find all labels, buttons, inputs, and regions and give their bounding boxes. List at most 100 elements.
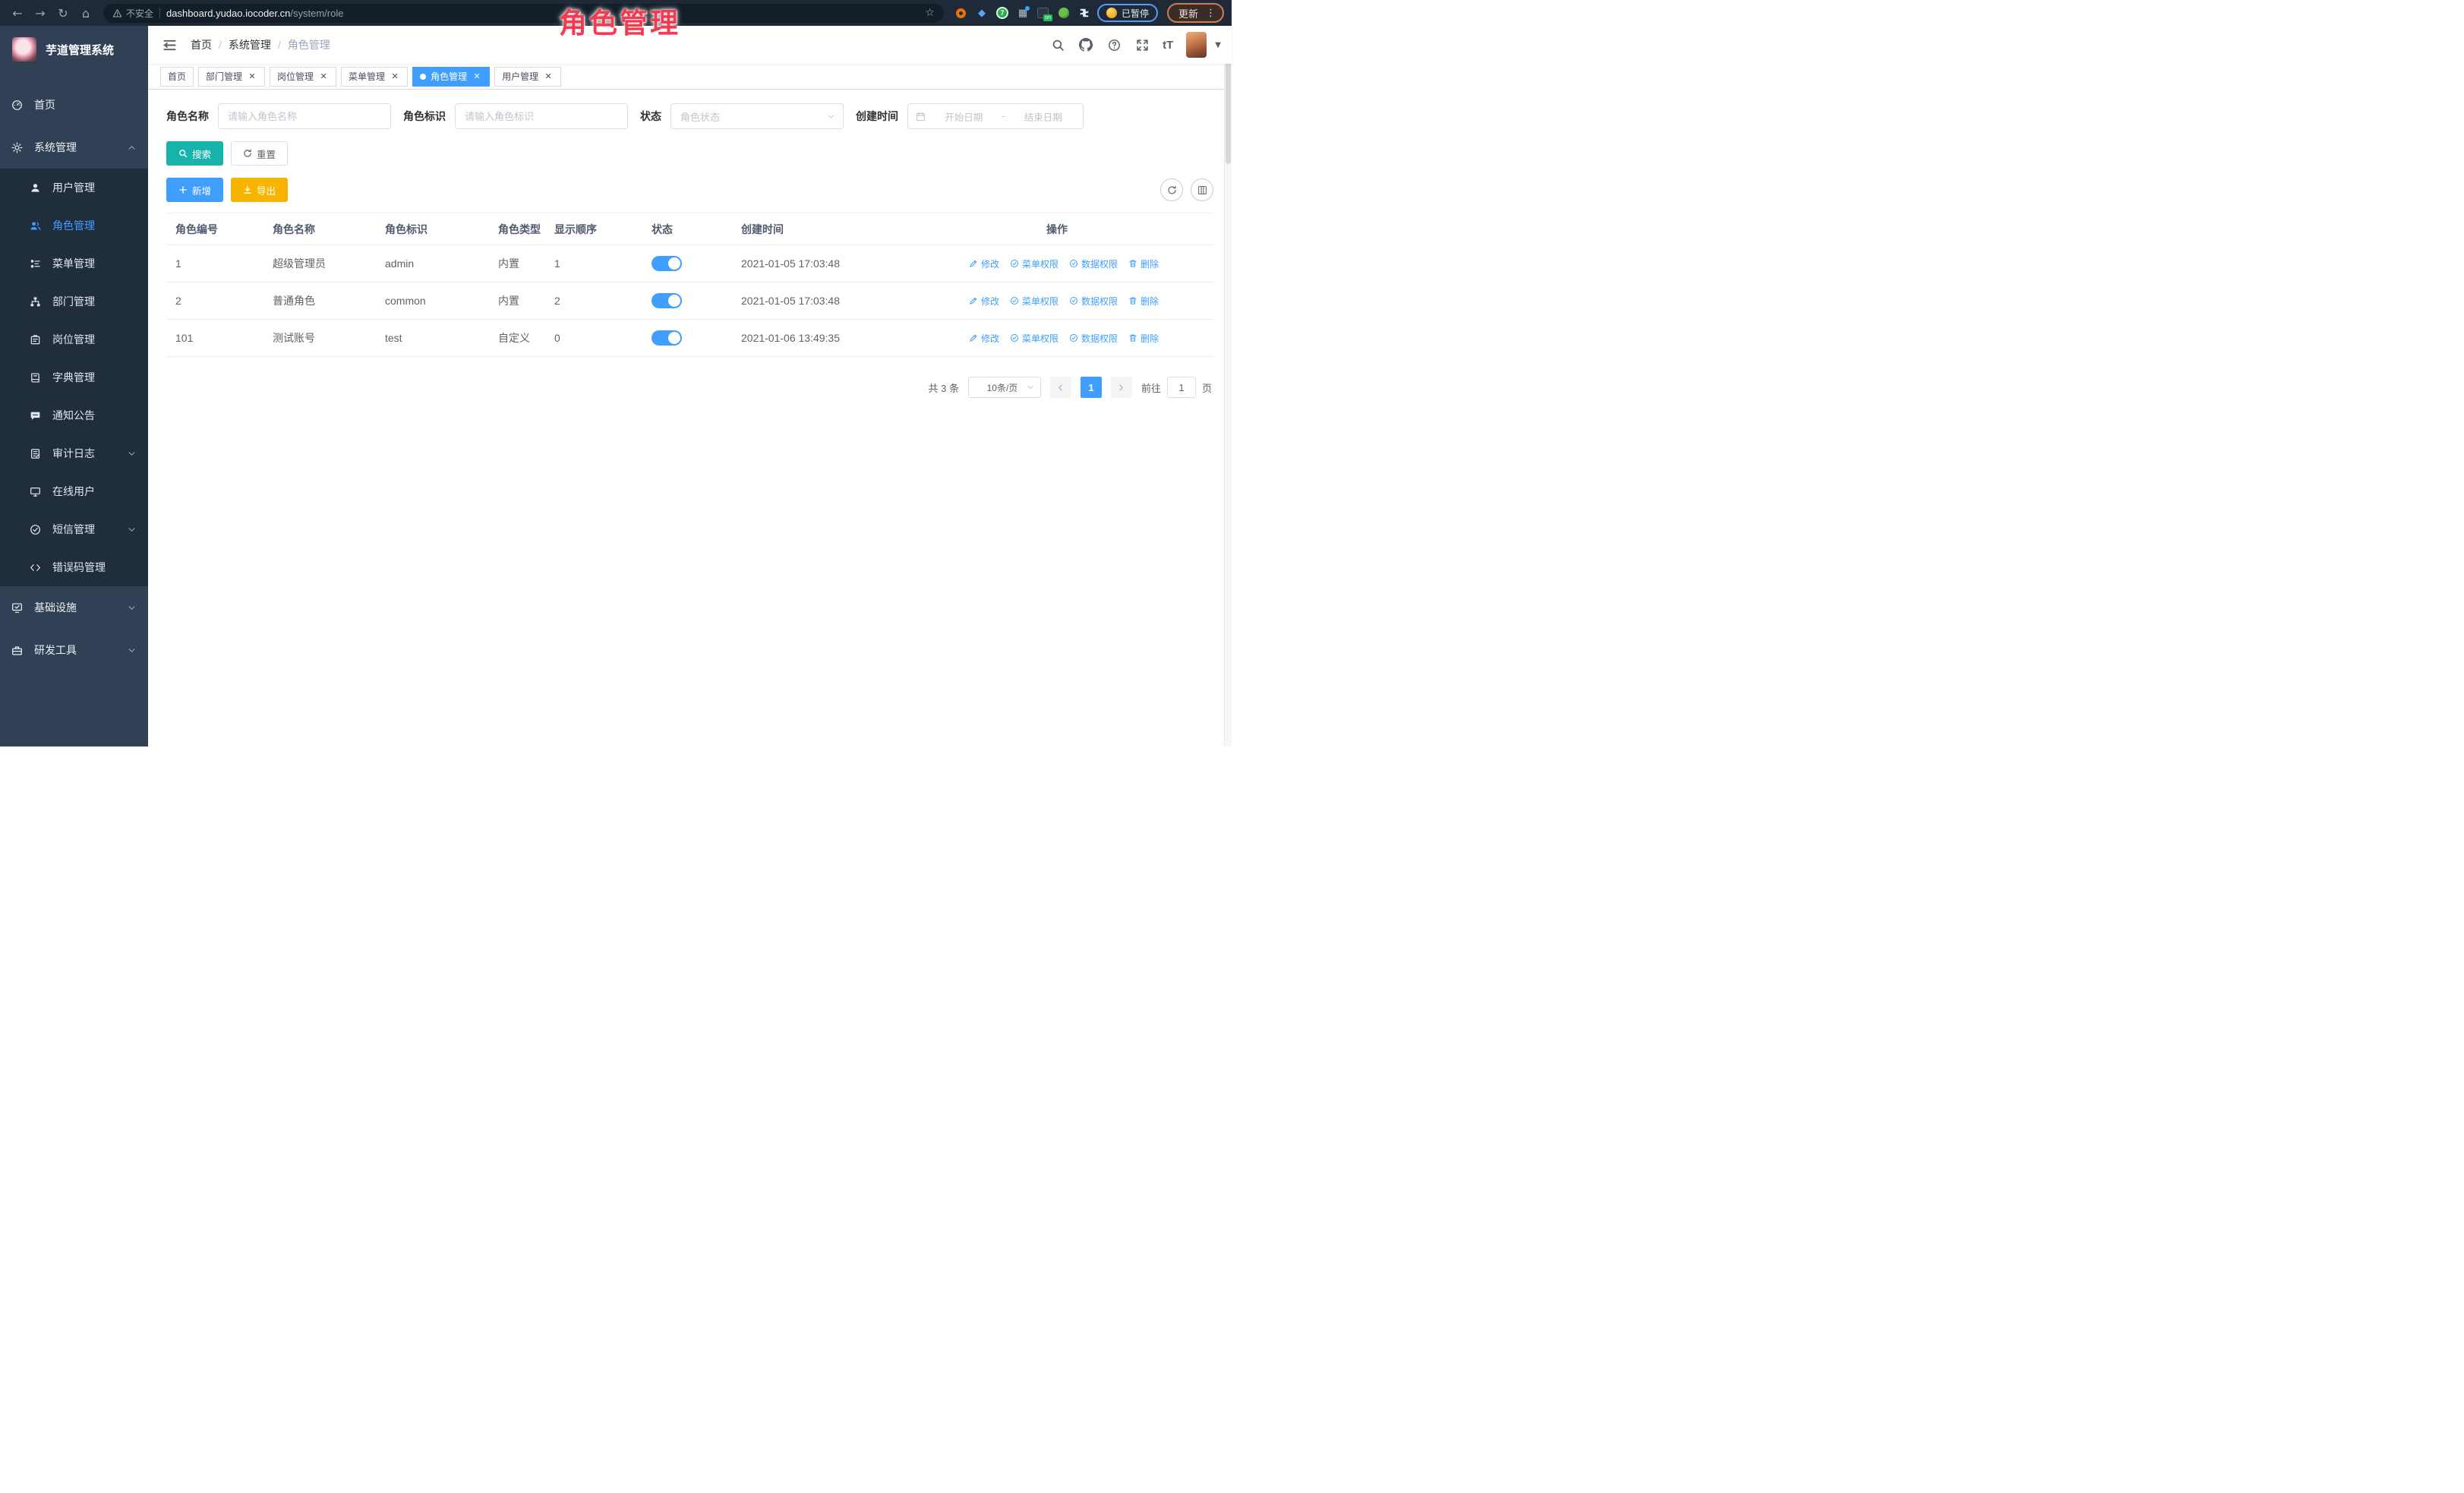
breadcrumb-home[interactable]: 首页 bbox=[191, 37, 212, 52]
cell-role-sort: 0 bbox=[545, 332, 642, 344]
sidebar-item-dictionary[interactable]: 字典管理 bbox=[0, 358, 148, 396]
sidebar-item-infrastructure[interactable]: 基础设施 bbox=[0, 586, 148, 629]
not-secure-warning[interactable]: 不安全 bbox=[112, 7, 153, 20]
reset-button[interactable]: 重置 bbox=[231, 141, 288, 166]
edit-link[interactable]: 修改 bbox=[969, 332, 999, 345]
close-icon[interactable]: ✕ bbox=[390, 71, 400, 82]
page-scrollbar[interactable] bbox=[1224, 26, 1232, 746]
prev-page-button[interactable] bbox=[1050, 377, 1071, 398]
extension-icon-green-7[interactable]: 7 bbox=[995, 6, 1009, 20]
menu-permission-link[interactable]: 菜单权限 bbox=[1010, 295, 1058, 308]
menu-permission-link[interactable]: 菜单权限 bbox=[1010, 257, 1058, 270]
search-icon[interactable] bbox=[1050, 37, 1065, 52]
tab-home[interactable]: 首页 bbox=[160, 67, 194, 87]
avatar[interactable] bbox=[1186, 32, 1207, 58]
tab-departments[interactable]: 部门管理✕ bbox=[198, 67, 265, 87]
profile-paused-pill[interactable]: 已暂停 bbox=[1097, 4, 1158, 22]
search-form: 角色名称 角色标识 状态 角色状态 创建时间 bbox=[166, 103, 1213, 129]
table-row: 101 测试账号 test 自定义 0 2021-01-06 13:49:35 … bbox=[166, 320, 1213, 357]
sidebar-item-sms[interactable]: 短信管理 bbox=[0, 510, 148, 548]
sidebar-item-posts[interactable]: 岗位管理 bbox=[0, 320, 148, 358]
goto-page-input[interactable] bbox=[1167, 377, 1196, 398]
extensions-puzzle-icon[interactable] bbox=[1077, 6, 1091, 20]
search-button[interactable]: 搜索 bbox=[166, 141, 223, 166]
sidebar-item-menus[interactable]: 菜单管理 bbox=[0, 245, 148, 283]
pagination: 共 3 条 10条/页 1 前往 页 bbox=[166, 377, 1213, 398]
close-icon[interactable]: ✕ bbox=[318, 71, 329, 82]
date-range-picker[interactable]: 开始日期 - 结束日期 bbox=[907, 103, 1084, 129]
circle-check-icon bbox=[1069, 296, 1078, 305]
data-permission-link[interactable]: 数据权限 bbox=[1069, 257, 1118, 270]
close-icon[interactable]: ✕ bbox=[543, 71, 554, 82]
delete-link[interactable]: 删除 bbox=[1128, 332, 1159, 345]
role-key-input[interactable] bbox=[455, 103, 628, 129]
cell-role-name: 测试账号 bbox=[263, 330, 376, 346]
column-settings-button[interactable] bbox=[1191, 178, 1213, 201]
sidebar-item-online-users[interactable]: 在线用户 bbox=[0, 472, 148, 510]
browser-forward-icon[interactable]: → bbox=[30, 3, 50, 23]
breadcrumb-section[interactable]: 系统管理 bbox=[229, 37, 271, 52]
delete-link[interactable]: 删除 bbox=[1128, 257, 1159, 270]
github-icon[interactable] bbox=[1078, 37, 1093, 52]
sidebar-item-departments[interactable]: 部门管理 bbox=[0, 283, 148, 320]
data-permission-link[interactable]: 数据权限 bbox=[1069, 295, 1118, 308]
close-icon[interactable]: ✕ bbox=[472, 71, 482, 82]
tab-menus[interactable]: 菜单管理✕ bbox=[341, 67, 408, 87]
status-toggle[interactable] bbox=[651, 330, 682, 346]
font-size-icon[interactable]: tT bbox=[1163, 39, 1173, 52]
sidebar-item-system[interactable]: 系统管理 bbox=[0, 126, 148, 169]
close-icon[interactable]: ✕ bbox=[247, 71, 257, 82]
cell-role-key: admin bbox=[376, 257, 489, 270]
extension-icon-grid[interactable]: ▦ bbox=[1016, 6, 1030, 20]
export-button[interactable]: 导出 bbox=[231, 178, 288, 202]
browser-home-icon[interactable]: ⌂ bbox=[76, 3, 96, 23]
browser-reload-icon[interactable]: ↻ bbox=[53, 3, 73, 23]
kebab-menu-icon[interactable]: ⋮ bbox=[1206, 8, 1216, 19]
sidebar-fold-icon[interactable] bbox=[160, 36, 178, 54]
bookmark-star-icon[interactable]: ☆ bbox=[925, 7, 935, 19]
data-permission-link[interactable]: 数据权限 bbox=[1069, 332, 1118, 345]
sidebar-item-users[interactable]: 用户管理 bbox=[0, 169, 148, 207]
extension-icon-gem[interactable]: ◆ bbox=[975, 6, 989, 20]
role-name-input[interactable] bbox=[218, 103, 391, 129]
sidebar-item-notices[interactable]: 通知公告 bbox=[0, 396, 148, 434]
not-secure-label: 不安全 bbox=[126, 7, 153, 20]
help-icon[interactable] bbox=[1106, 37, 1122, 52]
edit-link[interactable]: 修改 bbox=[969, 257, 999, 270]
delete-link[interactable]: 删除 bbox=[1128, 295, 1159, 308]
tab-posts[interactable]: 岗位管理✕ bbox=[270, 67, 336, 87]
add-button[interactable]: 新增 bbox=[166, 178, 223, 202]
extension-icon-orange[interactable] bbox=[954, 6, 968, 20]
extension-icon-dark-on[interactable]: on bbox=[1036, 6, 1050, 20]
tab-users[interactable]: 用户管理✕ bbox=[494, 67, 561, 87]
status-toggle[interactable] bbox=[651, 256, 682, 271]
sidebar-item-audit-log[interactable]: 审计日志 bbox=[0, 434, 148, 472]
app-logo[interactable]: 芋道管理系统 bbox=[0, 26, 148, 73]
sidebar-item-error-codes[interactable]: 错误码管理 bbox=[0, 548, 148, 586]
sidebar-item-roles[interactable]: 角色管理 bbox=[0, 207, 148, 245]
tab-roles[interactable]: 角色管理✕ bbox=[412, 67, 490, 87]
next-page-button[interactable] bbox=[1111, 377, 1132, 398]
circle-check-icon bbox=[1069, 259, 1078, 268]
sidebar-item-dev-tools[interactable]: 研发工具 bbox=[0, 629, 148, 671]
chrome-update-button[interactable]: 更新 ⋮ bbox=[1167, 3, 1224, 23]
caret-down-icon[interactable]: ▼ bbox=[1215, 41, 1221, 49]
edit-link[interactable]: 修改 bbox=[969, 295, 999, 308]
extension-icon-leaf[interactable] bbox=[1057, 6, 1071, 20]
fullscreen-icon[interactable] bbox=[1134, 37, 1150, 52]
cell-role-name: 超级管理员 bbox=[263, 256, 376, 271]
status-select[interactable]: 角色状态 bbox=[670, 103, 844, 129]
browser-back-icon[interactable]: ← bbox=[8, 3, 27, 23]
page-size-select[interactable]: 10条/页 bbox=[968, 377, 1041, 398]
page-number-1[interactable]: 1 bbox=[1081, 377, 1102, 398]
menu-permission-link[interactable]: 菜单权限 bbox=[1010, 332, 1058, 345]
url-text: dashboard.yudao.iocoder.cn/system/role bbox=[166, 8, 343, 19]
refresh-table-button[interactable] bbox=[1160, 178, 1183, 201]
sidebar-item-home[interactable]: 首页 bbox=[0, 84, 148, 126]
circle-check-icon bbox=[1010, 259, 1019, 268]
status-toggle[interactable] bbox=[651, 293, 682, 308]
address-bar[interactable]: 不安全 dashboard.yudao.iocoder.cn/system/ro… bbox=[103, 4, 944, 23]
gear-icon bbox=[11, 142, 23, 153]
cell-role-type: 内置 bbox=[489, 256, 545, 271]
end-date-placeholder: 结束日期 bbox=[1011, 109, 1075, 124]
